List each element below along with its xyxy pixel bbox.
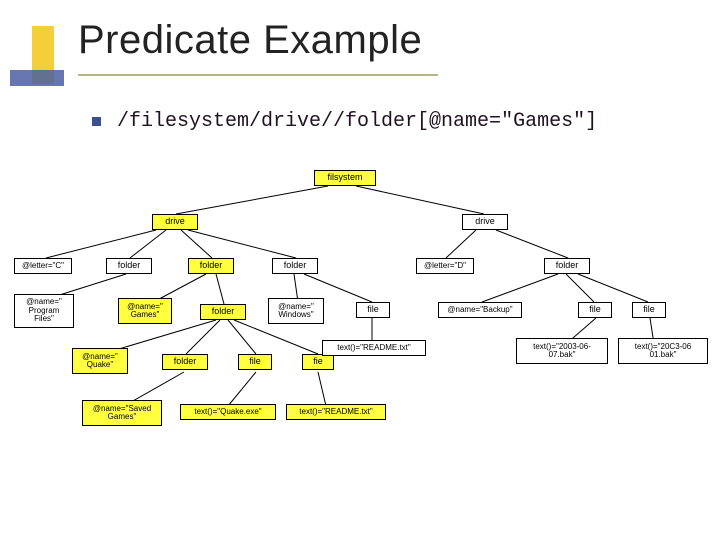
title-underline <box>78 74 438 76</box>
node-attr-games: @name=" Games" <box>118 298 172 324</box>
node-file-quakeexe: file <box>238 354 272 370</box>
node-file-d1: file <box>578 302 612 318</box>
node-folder-c1: folder <box>106 258 152 274</box>
node-folder-c2: folder <box>188 258 234 274</box>
node-folder-saved: folder <box>162 354 208 370</box>
node-attr-windows: @name=" Windows" <box>268 298 324 324</box>
node-attr-program-files: @name=" Program Files" <box>14 294 74 328</box>
bullet-row: /filesystem/drive//folder[@name="Games"] <box>92 110 597 133</box>
node-root: filsystem <box>314 170 376 186</box>
node-attr-quake: @name=" Quake" <box>72 348 128 374</box>
slide-accent-horizontal <box>10 70 64 86</box>
node-file-readme2: fie <box>302 354 334 370</box>
tree-diagram: filsystem drive drive @letter="C" folder… <box>6 168 714 468</box>
xpath-expression: /filesystem/drive//folder[@name="Games"] <box>117 110 597 133</box>
node-text-readme2: text()="README.txt" <box>286 404 386 420</box>
node-text-d2-date: text()="20C3-06 01.bak" <box>618 338 708 364</box>
node-text-readme1: text()="README.txt" <box>322 340 426 356</box>
node-file-d2: file <box>632 302 666 318</box>
node-file-readme-c: file <box>356 302 390 318</box>
node-attr-letter-d: @letter="D" <box>416 258 474 274</box>
node-attr-backup: @name="Backup" <box>438 302 522 318</box>
node-folder-games-sub: folder <box>200 304 246 320</box>
node-attr-letter-c: @letter="C" <box>14 258 72 274</box>
node-drive-2: drive <box>462 214 508 230</box>
node-text-quakeexe: text()="Quake.exe" <box>180 404 276 420</box>
node-drive-1: drive <box>152 214 198 230</box>
node-folder-d: folder <box>544 258 590 274</box>
node-attr-saved-games: @name="Saved Games" <box>82 400 162 426</box>
node-folder-c3: folder <box>272 258 318 274</box>
node-text-backup-date: text()="2003-06- 07.bak" <box>516 338 608 364</box>
slide-title: Predicate Example <box>78 18 422 63</box>
square-bullet-icon <box>92 117 101 126</box>
